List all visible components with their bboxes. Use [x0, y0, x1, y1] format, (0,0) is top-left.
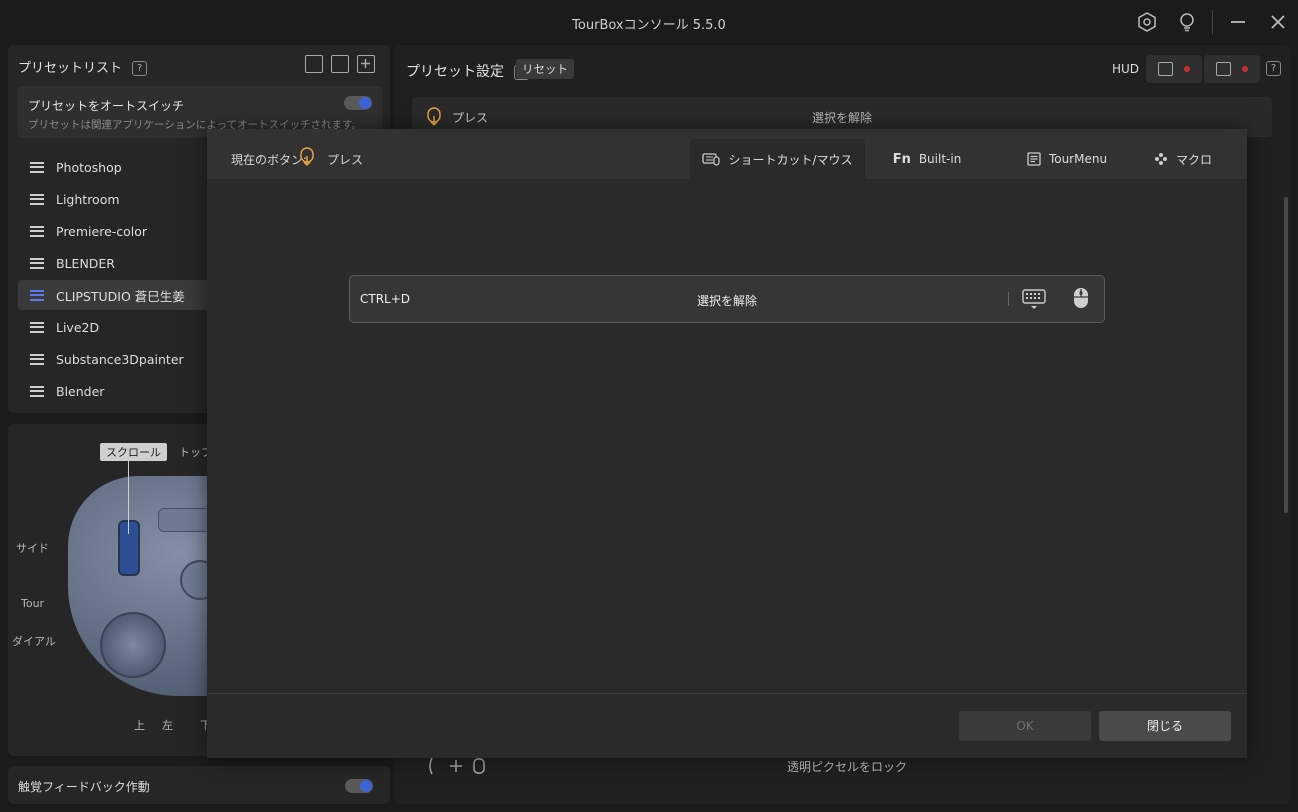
preset-list-title: プリセットリスト [18, 61, 123, 76]
drag-handle-icon[interactable] [30, 353, 44, 365]
field-divider [1008, 292, 1009, 306]
scroll-wheel[interactable] [118, 520, 140, 576]
scrollbar[interactable] [1284, 197, 1288, 513]
record-dot [1242, 66, 1248, 72]
button-config-dialog: 現在のボタン: プレス ショートカット/マウス Fn Built-in Tour… [207, 129, 1247, 758]
close-button[interactable]: 閉じる [1099, 711, 1231, 741]
label-up: 上 [134, 719, 145, 732]
mouse-icon[interactable] [1072, 286, 1090, 315]
label-tour: Tour [21, 597, 45, 610]
record-dot [1184, 66, 1190, 72]
autoswitch-toggle[interactable] [344, 96, 372, 110]
drag-handle-icon[interactable] [30, 161, 44, 173]
haptic-label: 触覚フィードバック作動 [18, 780, 150, 794]
hud-label: HUD [1112, 62, 1140, 76]
lightbulb-icon[interactable] [1175, 10, 1199, 34]
tab-macro[interactable]: マクロ [1147, 139, 1219, 179]
keyboard-mouse-icon [702, 152, 721, 166]
drag-handle-icon[interactable] [30, 225, 44, 237]
tab-shortcut-mouse[interactable]: ショートカット/マウス [690, 139, 865, 179]
action-name-input[interactable]: 選択を解除 [350, 292, 1104, 309]
current-button-label: 現在のボタン: [231, 153, 308, 167]
hud-list-button[interactable] [1146, 55, 1202, 83]
reset-button[interactable]: リセット [516, 59, 574, 79]
drag-handle-icon[interactable] [30, 193, 44, 205]
haptic-toggle[interactable] [345, 779, 373, 793]
row-action: 透明ピクセルをロック [786, 760, 907, 774]
label-left: 左 [162, 719, 173, 732]
window-title: TourBoxコンソール 5.5.0 [572, 18, 726, 33]
drag-handle-icon[interactable] [30, 257, 44, 269]
preset-settings-title: プリセット設定 [406, 64, 504, 80]
help-icon[interactable]: ? [1266, 61, 1281, 76]
drag-handle-icon[interactable] [30, 289, 44, 301]
minimize-icon[interactable] [1226, 10, 1250, 34]
scroll-pointer-line [128, 460, 129, 534]
tab-tourmenu[interactable]: TourMenu [1007, 139, 1127, 179]
close-icon[interactable] [1266, 10, 1290, 34]
macro-icon [1154, 152, 1168, 166]
title-bar: TourBoxコンソール 5.5.0 [0, 0, 1298, 44]
shortcut-field[interactable]: CTRL+D 選択を解除 [349, 275, 1105, 323]
dialog-header: 現在のボタン: プレス ショートカット/マウス Fn Built-in Tour… [207, 129, 1247, 179]
haptic-feedback-row: 触覚フィードバック作動 [8, 766, 390, 804]
autoswitch-title: プリセットをオートスイッチ [28, 99, 185, 113]
label-side: サイド [16, 542, 49, 555]
current-button-name: プレス [327, 153, 364, 167]
help-icon[interactable]: ? [132, 61, 148, 76]
export-icon[interactable] [305, 55, 323, 73]
fn-icon: Fn [892, 151, 911, 167]
hud-dpad-button[interactable] [1204, 55, 1260, 83]
drag-handle-icon[interactable] [30, 321, 44, 333]
menu-icon [1027, 152, 1041, 166]
scroll-tag: スクロール [100, 443, 167, 461]
settings-icon[interactable] [1135, 10, 1159, 34]
ok-button[interactable]: OK [959, 711, 1091, 741]
drag-handle-icon[interactable] [30, 385, 44, 397]
dial[interactable] [100, 612, 166, 678]
label-dial: ダイアル [12, 635, 56, 648]
dpad-icon [1216, 62, 1231, 76]
press-icon [300, 147, 314, 167]
titlebar-divider [1212, 10, 1213, 34]
import-icon[interactable] [331, 55, 349, 73]
footer-divider [207, 693, 1247, 694]
keyboard-icon[interactable] [1022, 288, 1046, 313]
list-icon [1158, 62, 1173, 76]
tab-built-in[interactable]: Fn Built-in [877, 139, 977, 179]
add-preset-icon[interactable] [357, 55, 375, 73]
row-action: 選択を解除 [811, 111, 872, 125]
